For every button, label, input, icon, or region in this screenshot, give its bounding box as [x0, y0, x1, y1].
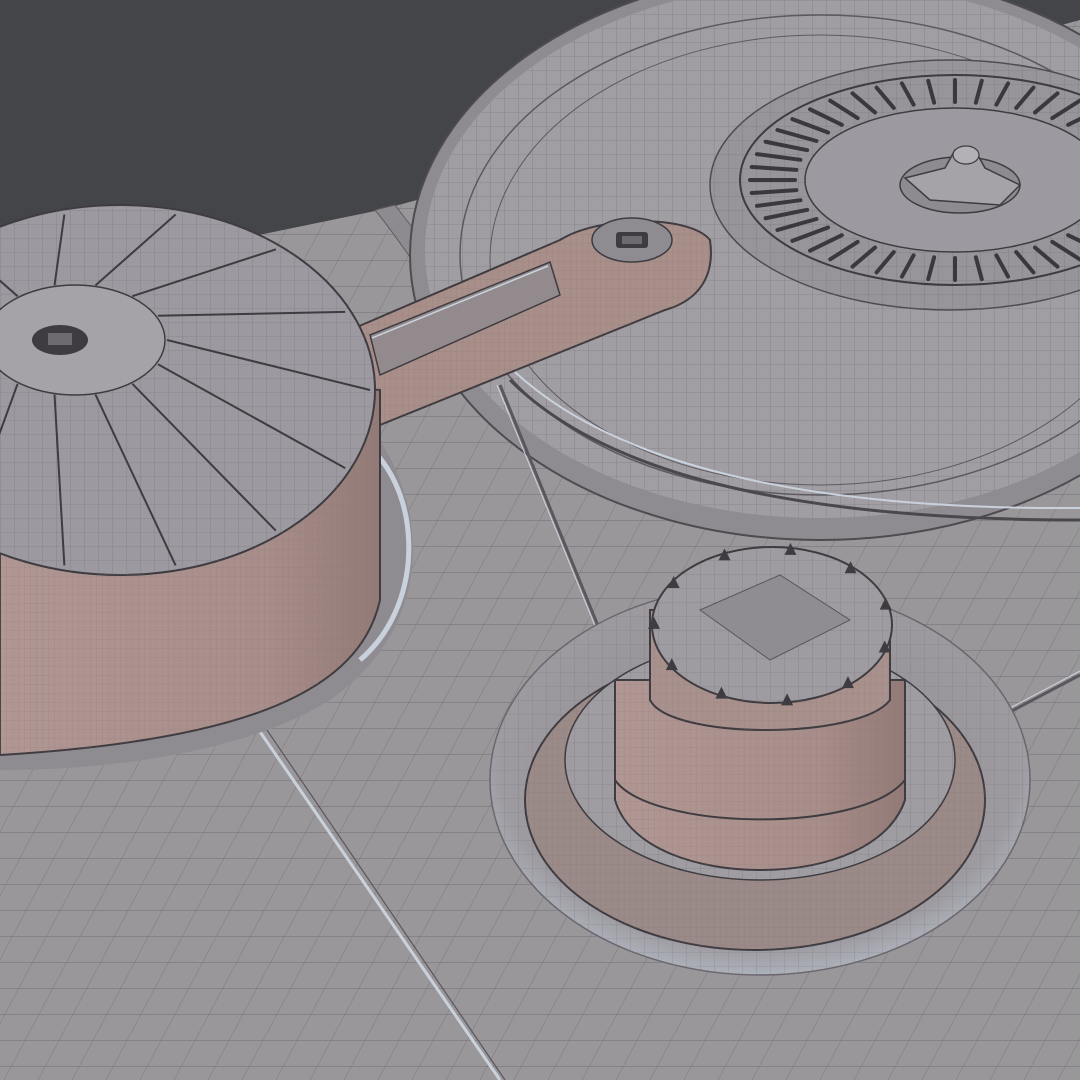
render-viewport	[0, 0, 1080, 1080]
wireframe-scene	[0, 0, 1080, 1080]
